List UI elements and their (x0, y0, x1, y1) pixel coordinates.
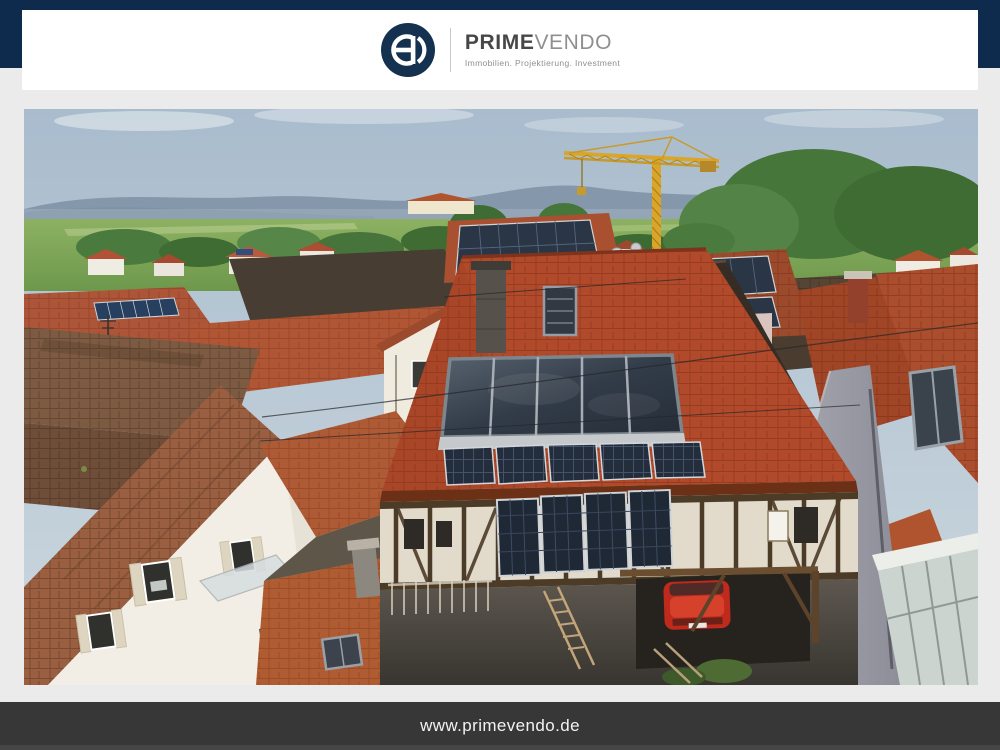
shuttered-window (76, 609, 127, 653)
shuttered-window (129, 557, 186, 606)
primevendo-logo-icon (380, 22, 436, 78)
property-photo (24, 109, 978, 685)
brand-name-prime: PRIME (465, 31, 535, 54)
aerial-photo-illustration (24, 109, 978, 685)
brand-logo: PRIMEVENDO Immobilien. Projektierung. In… (380, 22, 620, 78)
brand-tagline: Immobilien. Projektierung. Investment (465, 58, 620, 68)
roof-glazing-band (438, 355, 686, 450)
footer-url: www.primevendo.de (420, 716, 580, 736)
brand-name-vendo: VENDO (534, 31, 612, 54)
roof-window (544, 287, 576, 335)
footer-bar: www.primevendo.de (0, 702, 1000, 750)
chimney (471, 261, 511, 353)
brand-name: PRIMEVENDO (465, 32, 620, 54)
page-background: PRIMEVENDO Immobilien. Projektierung. In… (0, 0, 1000, 750)
logo-divider (450, 28, 451, 72)
header-card: PRIMEVENDO Immobilien. Projektierung. In… (22, 10, 978, 90)
logo-text: PRIMEVENDO Immobilien. Projektierung. In… (465, 32, 620, 67)
